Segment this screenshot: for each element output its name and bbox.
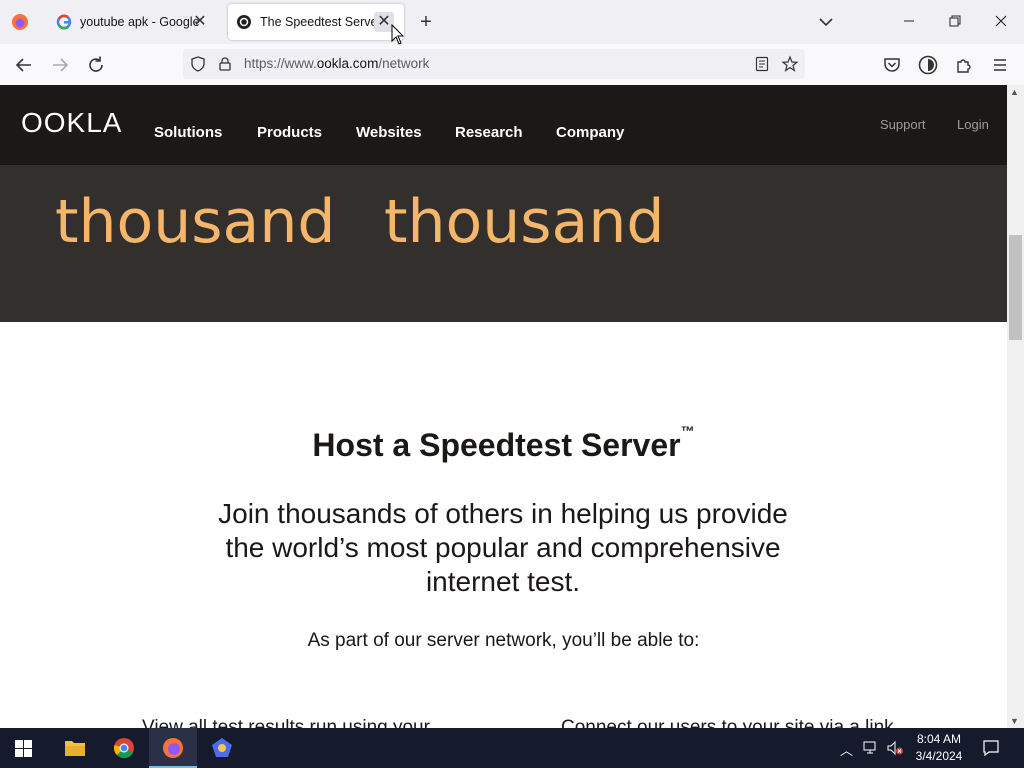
tab-title: youtube apk - Google Se: [80, 15, 200, 29]
new-tab-button[interactable]: +: [414, 10, 438, 34]
benefit-item-1: View all test results run using your: [142, 717, 430, 728]
scroll-down-arrow-icon[interactable]: ▼: [1010, 716, 1019, 726]
notifications-icon[interactable]: [982, 739, 1000, 757]
nav-websites[interactable]: Websites: [356, 124, 422, 141]
login-link[interactable]: Login: [957, 117, 989, 132]
page-scrollbar[interactable]: ▲ ▼: [1007, 85, 1024, 728]
account-icon[interactable]: [916, 53, 940, 77]
google-icon: [56, 14, 72, 30]
forward-icon[interactable]: [48, 53, 72, 77]
date-text: 3/4/2024: [915, 749, 963, 763]
section-title: Host a Speedtest Server™: [312, 423, 695, 463]
stat-unit-1: thousand: [55, 187, 336, 257]
stats-strip: thousand thousand: [0, 165, 1007, 322]
mouse-cursor-icon: [391, 24, 405, 45]
menu-icon[interactable]: [988, 53, 1012, 77]
ookla-logo[interactable]: OOKLA: [21, 107, 122, 139]
extensions-icon[interactable]: [952, 53, 976, 77]
web-page: OOKLA Solutions Products Websites Resear…: [0, 85, 1007, 728]
lock-icon[interactable]: [217, 56, 233, 72]
firefox-taskbar[interactable]: [149, 728, 197, 768]
site-header: OOKLA Solutions Products Websites Resear…: [0, 85, 1007, 165]
minimize-button[interactable]: [897, 10, 921, 34]
tab-youtube-apk[interactable]: youtube apk - Google Se ✕: [44, 4, 220, 40]
tab-speedtest-server[interactable]: The Speedtest Server N ✕: [228, 4, 404, 40]
windows-taskbar: ︿ 8:04 AM 3/4/2024: [0, 728, 1024, 768]
stat-unit-2: thousand: [384, 187, 665, 257]
reader-view-icon[interactable]: [754, 56, 770, 72]
close-tab-icon[interactable]: ✕: [190, 12, 210, 32]
ookla-favicon-icon: [237, 15, 251, 29]
restore-button[interactable]: [943, 10, 967, 34]
nav-solutions[interactable]: Solutions: [154, 124, 222, 141]
file-explorer-taskbar[interactable]: [51, 728, 99, 768]
nav-research[interactable]: Research: [455, 124, 523, 141]
chrome-icon: [114, 738, 134, 759]
folder-icon: [65, 741, 85, 756]
scrollbar-thumb[interactable]: [1009, 235, 1022, 340]
scroll-up-arrow-icon[interactable]: ▲: [1010, 87, 1019, 97]
firefox-icon: [163, 738, 183, 758]
app-taskbar[interactable]: [198, 728, 246, 768]
navigation-toolbar: https://www.ookla.com/network: [0, 44, 1024, 86]
url-bar[interactable]: https://www.ookla.com/network: [183, 49, 805, 79]
clock[interactable]: 8:04 AM 3/4/2024: [905, 731, 973, 765]
url-text[interactable]: https://www.ookla.com/network: [244, 56, 429, 71]
reload-icon[interactable]: [84, 53, 108, 77]
time-text: 8:04 AM: [916, 732, 962, 746]
tab-title: The Speedtest Server N: [260, 15, 380, 29]
lead-paragraph: Join thousands of others in helping us p…: [218, 498, 788, 597]
nav-company[interactable]: Company: [556, 124, 624, 141]
pocket-icon[interactable]: [880, 53, 904, 77]
chrome-taskbar[interactable]: [100, 728, 148, 768]
list-all-tabs-icon[interactable]: [814, 12, 838, 32]
volume-muted-icon[interactable]: [886, 740, 904, 756]
tab-bar: youtube apk - Google Se ✕ The Speedtest …: [0, 0, 1024, 44]
back-icon[interactable]: [12, 53, 36, 77]
sub-paragraph: As part of our server network, you’ll be…: [307, 630, 700, 651]
windows-start-icon[interactable]: [15, 740, 32, 757]
benefit-item-2: Connect our users to your site via a lin…: [561, 717, 894, 728]
support-link[interactable]: Support: [880, 117, 926, 132]
close-window-button[interactable]: [989, 10, 1013, 34]
show-hidden-icons-icon[interactable]: ︿: [840, 740, 853, 759]
network-icon[interactable]: [863, 740, 879, 756]
bookmark-star-icon[interactable]: [781, 55, 799, 73]
tracking-protection-shield-icon[interactable]: [190, 56, 206, 72]
firefox-view-icon[interactable]: [11, 13, 29, 31]
nav-products[interactable]: Products: [257, 124, 322, 141]
pentagon-app-icon: [212, 738, 232, 757]
